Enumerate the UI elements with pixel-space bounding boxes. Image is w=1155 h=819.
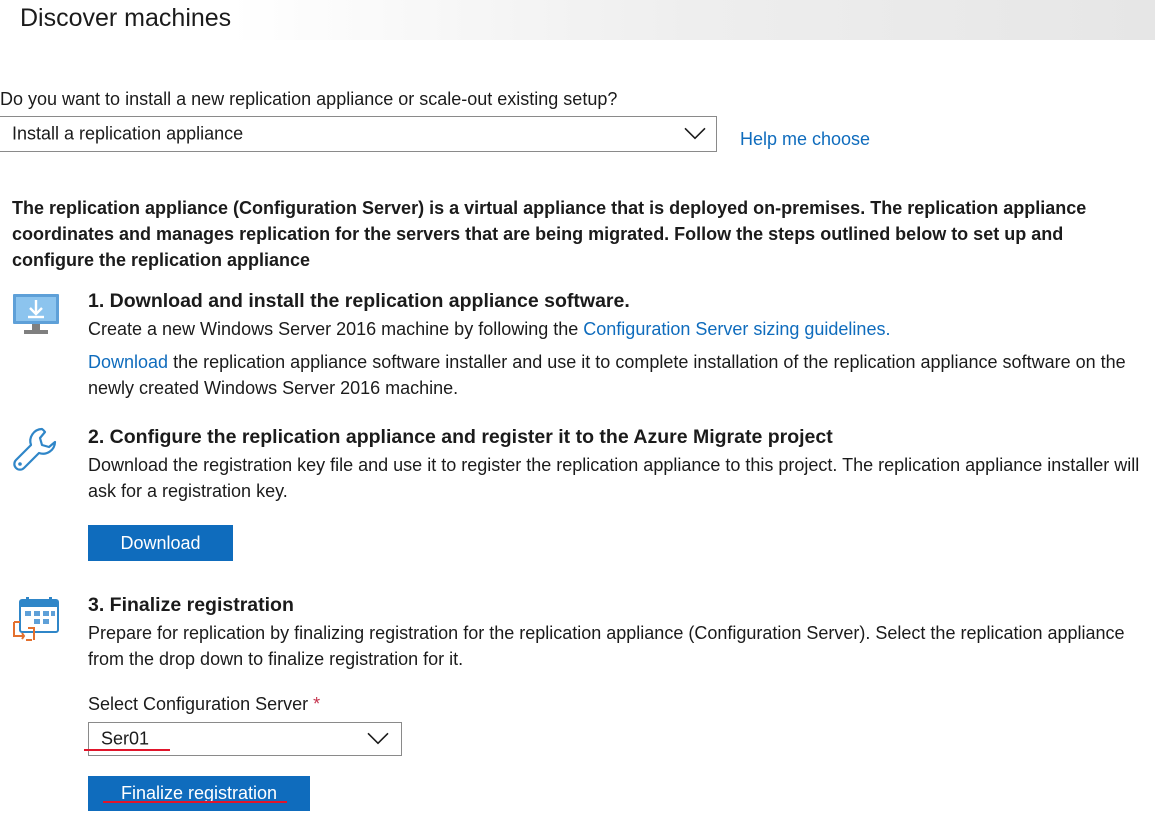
step1-download-description: the replication appliance software insta…: [88, 352, 1126, 398]
config-server-label: Select Configuration Server *: [88, 694, 320, 715]
setup-question: Do you want to install a new replication…: [0, 89, 618, 109]
page-title: Discover machines: [20, 4, 232, 32]
step2-title: 2. Configure the replication appliance a…: [88, 426, 833, 448]
download-registration-key-button[interactable]: Download: [88, 525, 233, 561]
finalize-registration-button[interactable]: Finalize registration: [88, 776, 310, 811]
intro-text: The replication appliance (Configuration…: [12, 198, 1087, 270]
step3-title: 3. Finalize registration: [88, 594, 294, 616]
calendar-icon: [13, 597, 59, 641]
annotation-underline: [84, 749, 170, 751]
download-installer-link[interactable]: Download: [88, 352, 168, 372]
step1-instruction: Create a new Windows Server 2016 machine…: [88, 316, 1148, 342]
step3-description: Prepare for replication by finalizing re…: [88, 623, 1125, 669]
monitor-download-icon: [13, 294, 59, 334]
step1-download-text: Download the replication appliance softw…: [88, 349, 1148, 401]
appliance-option-value: Install a replication appliance: [12, 123, 244, 144]
chevron-down-icon: [367, 732, 389, 745]
discover-machines-page: Discover machines Do you want to install…: [0, 0, 1155, 819]
wrench-icon: [13, 427, 57, 471]
step1-instruction-text: Create a new Windows Server 2016 machine…: [88, 319, 579, 339]
config-server-value: Ser01: [101, 728, 150, 749]
appliance-option-dropdown[interactable]: Install a replication appliance: [0, 116, 717, 152]
required-marker: *: [313, 694, 321, 714]
step1-title: 1. Download and install the replication …: [88, 290, 630, 312]
chevron-down-icon: [684, 127, 706, 140]
sizing-guidelines-link[interactable]: Configuration Server sizing guidelines.: [583, 319, 890, 339]
step2-description: Download the registration key file and u…: [88, 455, 1140, 501]
annotation-underline: [103, 801, 287, 803]
config-server-label-text: Select Configuration Server: [88, 694, 309, 714]
help-me-choose-link[interactable]: Help me choose: [740, 129, 870, 150]
